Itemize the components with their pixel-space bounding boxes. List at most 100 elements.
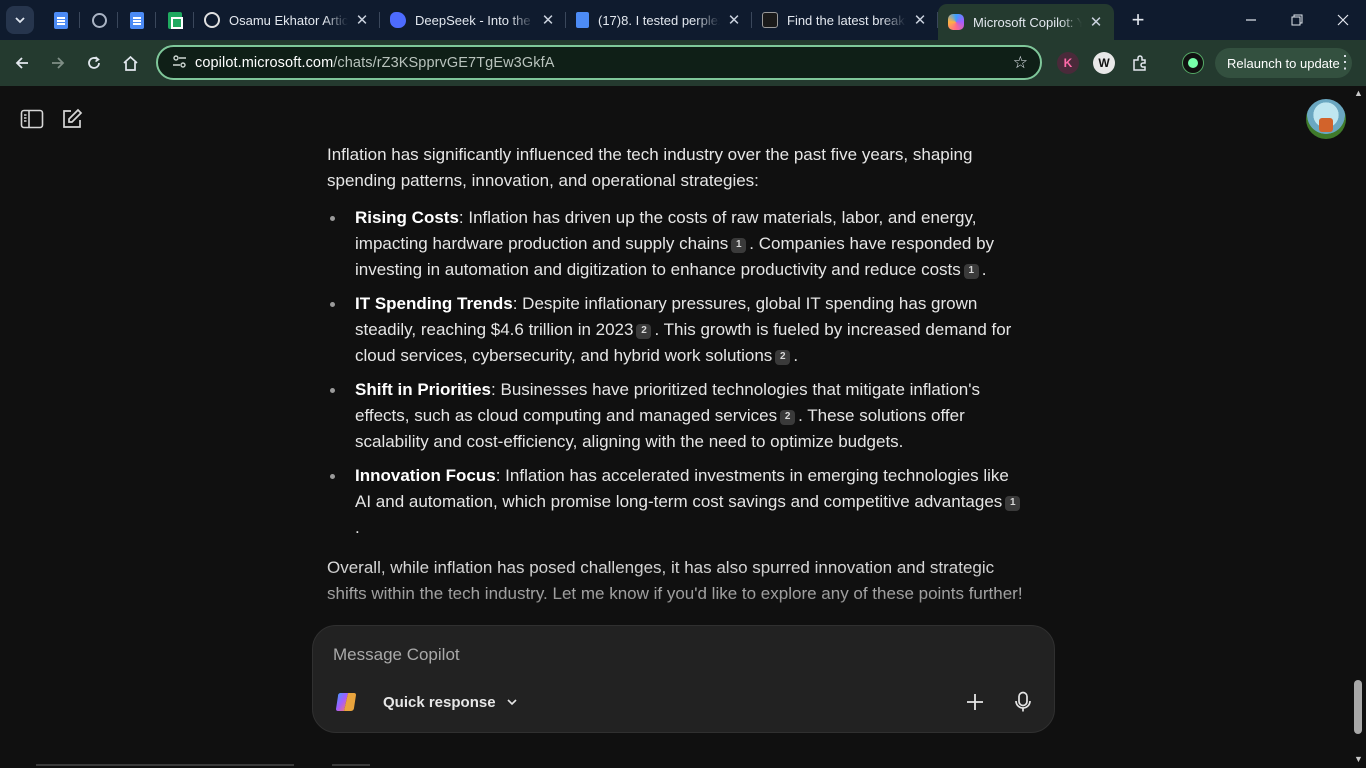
tab-title: Microsoft Copilot: Your AI companion xyxy=(973,14,1082,30)
close-window-button[interactable] xyxy=(1320,0,1366,40)
message-input[interactable] xyxy=(333,640,993,670)
point-heading: Innovation Focus xyxy=(355,466,496,485)
list-item: Innovation Focus: Inflation has accelera… xyxy=(327,463,1027,541)
tab-title: Osamu Ekhator Articles xyxy=(229,12,348,28)
forward-button[interactable] xyxy=(40,45,76,81)
page-scrollbar[interactable]: ▲ ▼ xyxy=(1350,86,1366,768)
chevron-down-icon xyxy=(15,17,25,24)
reload-icon xyxy=(88,56,100,69)
chevron-down-icon xyxy=(506,699,517,706)
user-avatar[interactable] xyxy=(1306,99,1346,139)
pinned-tab-web[interactable] xyxy=(80,0,118,40)
browser-menu-icon[interactable]: ⋮ xyxy=(1336,52,1354,73)
scrollbar-thumb[interactable] xyxy=(1354,680,1362,734)
response-mode-label: Quick response xyxy=(383,693,496,711)
new-tab-button[interactable]: + xyxy=(1122,4,1154,36)
pinned-tab-docs-2[interactable] xyxy=(118,0,156,40)
bottom-divider xyxy=(36,764,294,766)
scroll-up-arrow-icon[interactable]: ▲ xyxy=(1354,88,1363,98)
close-icon[interactable]: ✕ xyxy=(540,11,556,29)
point-text: . xyxy=(981,260,987,279)
tab-osamu[interactable]: Osamu Ekhator Articles ✕ xyxy=(194,0,380,40)
sidebar-toggle-icon[interactable] xyxy=(20,109,44,129)
tab-title: Find the latest breakthroughs xyxy=(787,12,906,28)
restore-button[interactable] xyxy=(1274,0,1320,40)
tab-perplexity[interactable]: (17)8. I tested perplexity ✕ xyxy=(566,0,752,40)
close-icon[interactable]: ✕ xyxy=(912,11,928,29)
message-intro: Inflation has significantly influenced t… xyxy=(327,145,973,190)
message-closing: Overall, while inflation has posed chall… xyxy=(327,558,1023,603)
citation-badge[interactable]: 1 xyxy=(963,263,979,279)
microphone-icon xyxy=(1015,691,1031,712)
tab-strip: Osamu Ekhator Articles ✕ DeepSeek - Into… xyxy=(0,0,1366,40)
puzzle-icon xyxy=(1133,55,1146,71)
profile-button[interactable] xyxy=(1182,52,1204,74)
response-mode-selector[interactable]: Quick response xyxy=(383,688,518,716)
list-item: IT Spending Trends: Despite inflationary… xyxy=(327,291,1027,369)
voice-input-button[interactable] xyxy=(1009,688,1037,716)
point-heading: Shift in Priorities xyxy=(355,380,492,399)
list-item: Rising Costs: Inflation has driven up th… xyxy=(327,205,1027,283)
point-text: . xyxy=(793,346,799,365)
pinned-tab-docs-1[interactable] xyxy=(42,0,80,40)
scroll-down-arrow-icon[interactable]: ▼ xyxy=(1354,754,1363,764)
plus-icon xyxy=(967,694,983,710)
minimize-button[interactable] xyxy=(1228,0,1274,40)
new-chat-icon[interactable] xyxy=(60,107,84,131)
assistant-message: Inflation has significantly influenced t… xyxy=(327,142,1027,618)
url-path: /chats/rZ3KSpprvGE7TgEw3GkfA xyxy=(333,54,555,71)
google-docs-icon xyxy=(130,11,144,29)
copilot-logo-icon xyxy=(336,693,356,711)
extension-w[interactable]: W xyxy=(1093,52,1115,74)
pinned-tab-sheets[interactable] xyxy=(156,0,194,40)
tab-deepseek[interactable]: DeepSeek - Into the Unknown ✕ xyxy=(380,0,566,40)
address-bar[interactable]: copilot.microsoft.com/chats/rZ3KSpprvGE7… xyxy=(156,45,1042,80)
minimize-icon xyxy=(1246,19,1256,21)
close-icon[interactable]: ✕ xyxy=(1088,13,1104,31)
extension-k-label: K xyxy=(1063,56,1073,70)
ring-icon xyxy=(204,12,220,28)
citation-badge[interactable]: 1 xyxy=(1005,495,1021,511)
profile-avatar-icon xyxy=(1188,58,1198,68)
doc-icon xyxy=(576,12,589,28)
restore-icon xyxy=(1291,14,1303,26)
tab-title: DeepSeek - Into the Unknown xyxy=(415,12,534,28)
citation-badge[interactable]: 2 xyxy=(636,323,652,339)
list-item: Shift in Priorities: Businesses have pri… xyxy=(327,377,1027,455)
close-icon[interactable]: ✕ xyxy=(354,11,370,29)
deepseek-icon xyxy=(390,12,406,28)
extension-k[interactable]: K xyxy=(1057,52,1079,74)
home-icon xyxy=(122,55,138,71)
url-text[interactable]: copilot.microsoft.com/chats/rZ3KSpprvGE7… xyxy=(195,55,554,71)
tab-breakthroughs[interactable]: Find the latest breakthroughs ✕ xyxy=(752,0,938,40)
copilot-page: Inflation has significantly influenced t… xyxy=(0,86,1350,768)
point-heading: IT Spending Trends xyxy=(355,294,513,313)
message-composer: Quick response xyxy=(312,625,1055,733)
tab-title: (17)8. I tested perplexity xyxy=(598,12,720,28)
relaunch-button[interactable]: Relaunch to update xyxy=(1215,48,1352,78)
home-button[interactable] xyxy=(112,45,148,81)
add-attachment-button[interactable] xyxy=(961,688,989,716)
ai-icon xyxy=(762,12,778,28)
citation-badge[interactable]: 2 xyxy=(780,409,796,425)
bottom-divider xyxy=(332,764,370,766)
extension-w-label: W xyxy=(1098,56,1110,70)
reload-button[interactable] xyxy=(76,45,112,81)
tab-copilot[interactable]: Microsoft Copilot: Your AI companion ✕ xyxy=(938,4,1114,40)
tab-search-button[interactable] xyxy=(6,6,34,34)
back-button[interactable] xyxy=(4,45,40,81)
globe-icon xyxy=(91,12,107,28)
close-icon xyxy=(1337,14,1349,26)
plus-icon: + xyxy=(1131,7,1145,32)
arrow-left-icon xyxy=(15,57,28,69)
site-info-icon[interactable] xyxy=(166,54,192,72)
citation-badge[interactable]: 1 xyxy=(731,237,747,253)
google-docs-icon xyxy=(54,11,68,29)
google-sheets-icon xyxy=(168,11,183,29)
point-text: . xyxy=(355,518,360,537)
close-icon[interactable]: ✕ xyxy=(726,11,742,29)
citation-badge[interactable]: 2 xyxy=(775,349,791,365)
bookmark-star-icon[interactable]: ☆ xyxy=(1013,53,1028,73)
extensions-button[interactable] xyxy=(1129,52,1151,74)
copilot-icon xyxy=(948,14,964,30)
